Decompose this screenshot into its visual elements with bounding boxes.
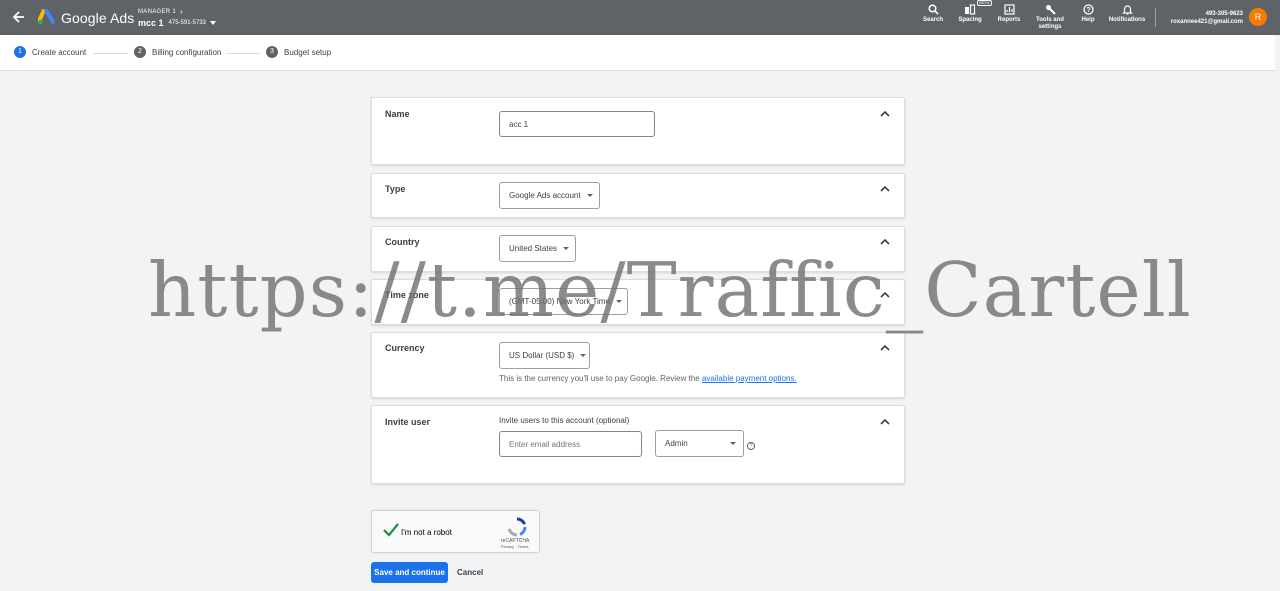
app-name: Google Ads xyxy=(61,10,135,26)
reports-icon xyxy=(1003,4,1015,15)
type-section: Type Google Ads account xyxy=(371,173,905,218)
step-label: Billing configuration xyxy=(152,47,222,57)
step-number: 1 xyxy=(14,46,26,58)
recaptcha-privacy-terms[interactable]: Privacy - Terms xyxy=(501,544,528,549)
step-connector xyxy=(93,53,128,54)
notifications-tool[interactable]: Notifications xyxy=(1106,4,1148,24)
dropdown-arrow-icon xyxy=(586,194,593,197)
name-section-label: Name xyxy=(385,109,410,119)
svg-text:?: ? xyxy=(1086,7,1090,14)
account-switcher[interactable]: MANAGER 1 › mcc 1 475-591-5733 xyxy=(138,8,216,28)
google-ads-logo-icon[interactable] xyxy=(37,8,56,25)
help-question-icon[interactable]: ? xyxy=(747,442,755,450)
reports-tool-label: Reports xyxy=(997,17,1021,23)
type-section-label: Type xyxy=(385,184,406,194)
account-name-input[interactable]: acc 1 xyxy=(499,111,655,137)
tools-and-settings-tool[interactable]: Tools and settings xyxy=(1032,4,1068,31)
recaptcha-widget[interactable]: I'm not a robot reCAPTCHA Privacy - Term… xyxy=(371,510,540,553)
avatar[interactable]: R xyxy=(1249,8,1267,26)
back-arrow-icon[interactable] xyxy=(12,9,26,25)
user-phone: 493-305-9623 xyxy=(1205,11,1243,17)
account-id: 475-591-5733 xyxy=(168,20,206,26)
chevron-up-icon[interactable] xyxy=(880,418,890,426)
chevron-right-icon: › xyxy=(180,7,184,16)
step-create-account[interactable]: 1 Create account xyxy=(14,46,86,58)
step-budget-setup[interactable]: 3 Budget setup xyxy=(266,46,331,58)
invite-user-section: Invite user Invite users to this account… xyxy=(371,405,905,484)
currency-hint: This is the currency you'll use to pay G… xyxy=(499,374,797,383)
search-tool[interactable]: Search xyxy=(921,4,945,24)
watermark-text: https://t.me/Traffic_Cartell xyxy=(148,246,1192,334)
dropdown-arrow-icon xyxy=(730,442,736,445)
chevron-up-icon[interactable] xyxy=(880,344,890,352)
tools-label-line2: settings xyxy=(1038,24,1062,30)
currency-hint-text: This is the currency you'll use to pay G… xyxy=(499,374,702,383)
spacing-tool-label: Spacing xyxy=(958,17,982,23)
scrollbar-track[interactable] xyxy=(1275,35,1280,591)
invite-role-value: Admin xyxy=(665,439,688,448)
spacing-icon xyxy=(965,4,976,15)
save-and-continue-button[interactable]: Save and continue xyxy=(371,562,448,583)
user-info[interactable]: 493-305-9623 roxannee421@gmail.com xyxy=(1150,10,1243,26)
wrench-icon xyxy=(1045,5,1056,15)
reports-tool[interactable]: Reports xyxy=(995,4,1023,24)
spacing-tool[interactable]: Spacing xyxy=(956,4,984,24)
chevron-up-icon[interactable] xyxy=(880,238,890,246)
bell-icon xyxy=(1121,5,1133,15)
chevron-up-icon[interactable] xyxy=(880,185,890,193)
currency-select[interactable]: US Dollar (USD $) xyxy=(499,342,590,369)
dropdown-arrow-icon[interactable] xyxy=(209,21,216,25)
recaptcha-logo-icon xyxy=(507,517,527,537)
search-icon xyxy=(927,4,939,15)
currency-section-label: Currency xyxy=(385,343,425,353)
invite-email-input[interactable]: Enter email address xyxy=(499,431,642,457)
currency-value: US Dollar (USD $) xyxy=(509,351,575,360)
manager-label: MANAGER 1 xyxy=(138,9,177,15)
tools-label-line1: Tools and xyxy=(1036,17,1064,23)
chevron-up-icon[interactable] xyxy=(880,110,890,118)
step-connector xyxy=(226,53,260,54)
account-name: mcc 1 xyxy=(138,18,164,28)
manager-breadcrumb[interactable]: MANAGER 1 › xyxy=(138,8,216,16)
cancel-button[interactable]: Cancel xyxy=(457,562,483,583)
top-app-bar: Google Ads MANAGER 1 › mcc 1 475-591-573… xyxy=(0,0,1280,35)
step-label: Create account xyxy=(32,47,87,57)
checkmark-icon[interactable] xyxy=(382,522,400,538)
invite-user-section-label: Invite user xyxy=(385,417,431,427)
step-billing-configuration[interactable]: 2 Billing configuration xyxy=(134,46,221,58)
invite-role-select[interactable]: Admin xyxy=(655,430,744,457)
dropdown-arrow-icon xyxy=(580,354,587,357)
notifications-tool-label: Notifications xyxy=(1108,17,1146,23)
help-circle-icon: ? xyxy=(1082,4,1094,15)
search-tool-label: Search xyxy=(922,17,943,23)
step-label: Budget setup xyxy=(284,47,332,57)
currency-section: Currency US Dollar (USD $) This is the c… xyxy=(371,332,905,398)
user-email: roxannee421@gmail.com xyxy=(1170,19,1243,25)
step-number: 2 xyxy=(134,46,146,58)
help-tool-label: Help xyxy=(1081,17,1095,23)
account-type-value: Google Ads account xyxy=(509,191,581,200)
setup-stepper: 1 Create account 2 Billing configuration… xyxy=(0,35,1275,71)
name-section: Name acc 1 xyxy=(371,97,905,165)
account-type-select[interactable]: Google Ads account xyxy=(499,182,600,209)
recaptcha-label: I'm not a robot xyxy=(401,528,452,537)
invite-subtitle: Invite users to this account (optional) xyxy=(499,416,630,425)
payment-options-link[interactable]: available payment options. xyxy=(702,374,797,383)
help-tool[interactable]: ? Help xyxy=(1078,4,1098,24)
step-number: 3 xyxy=(266,46,278,58)
